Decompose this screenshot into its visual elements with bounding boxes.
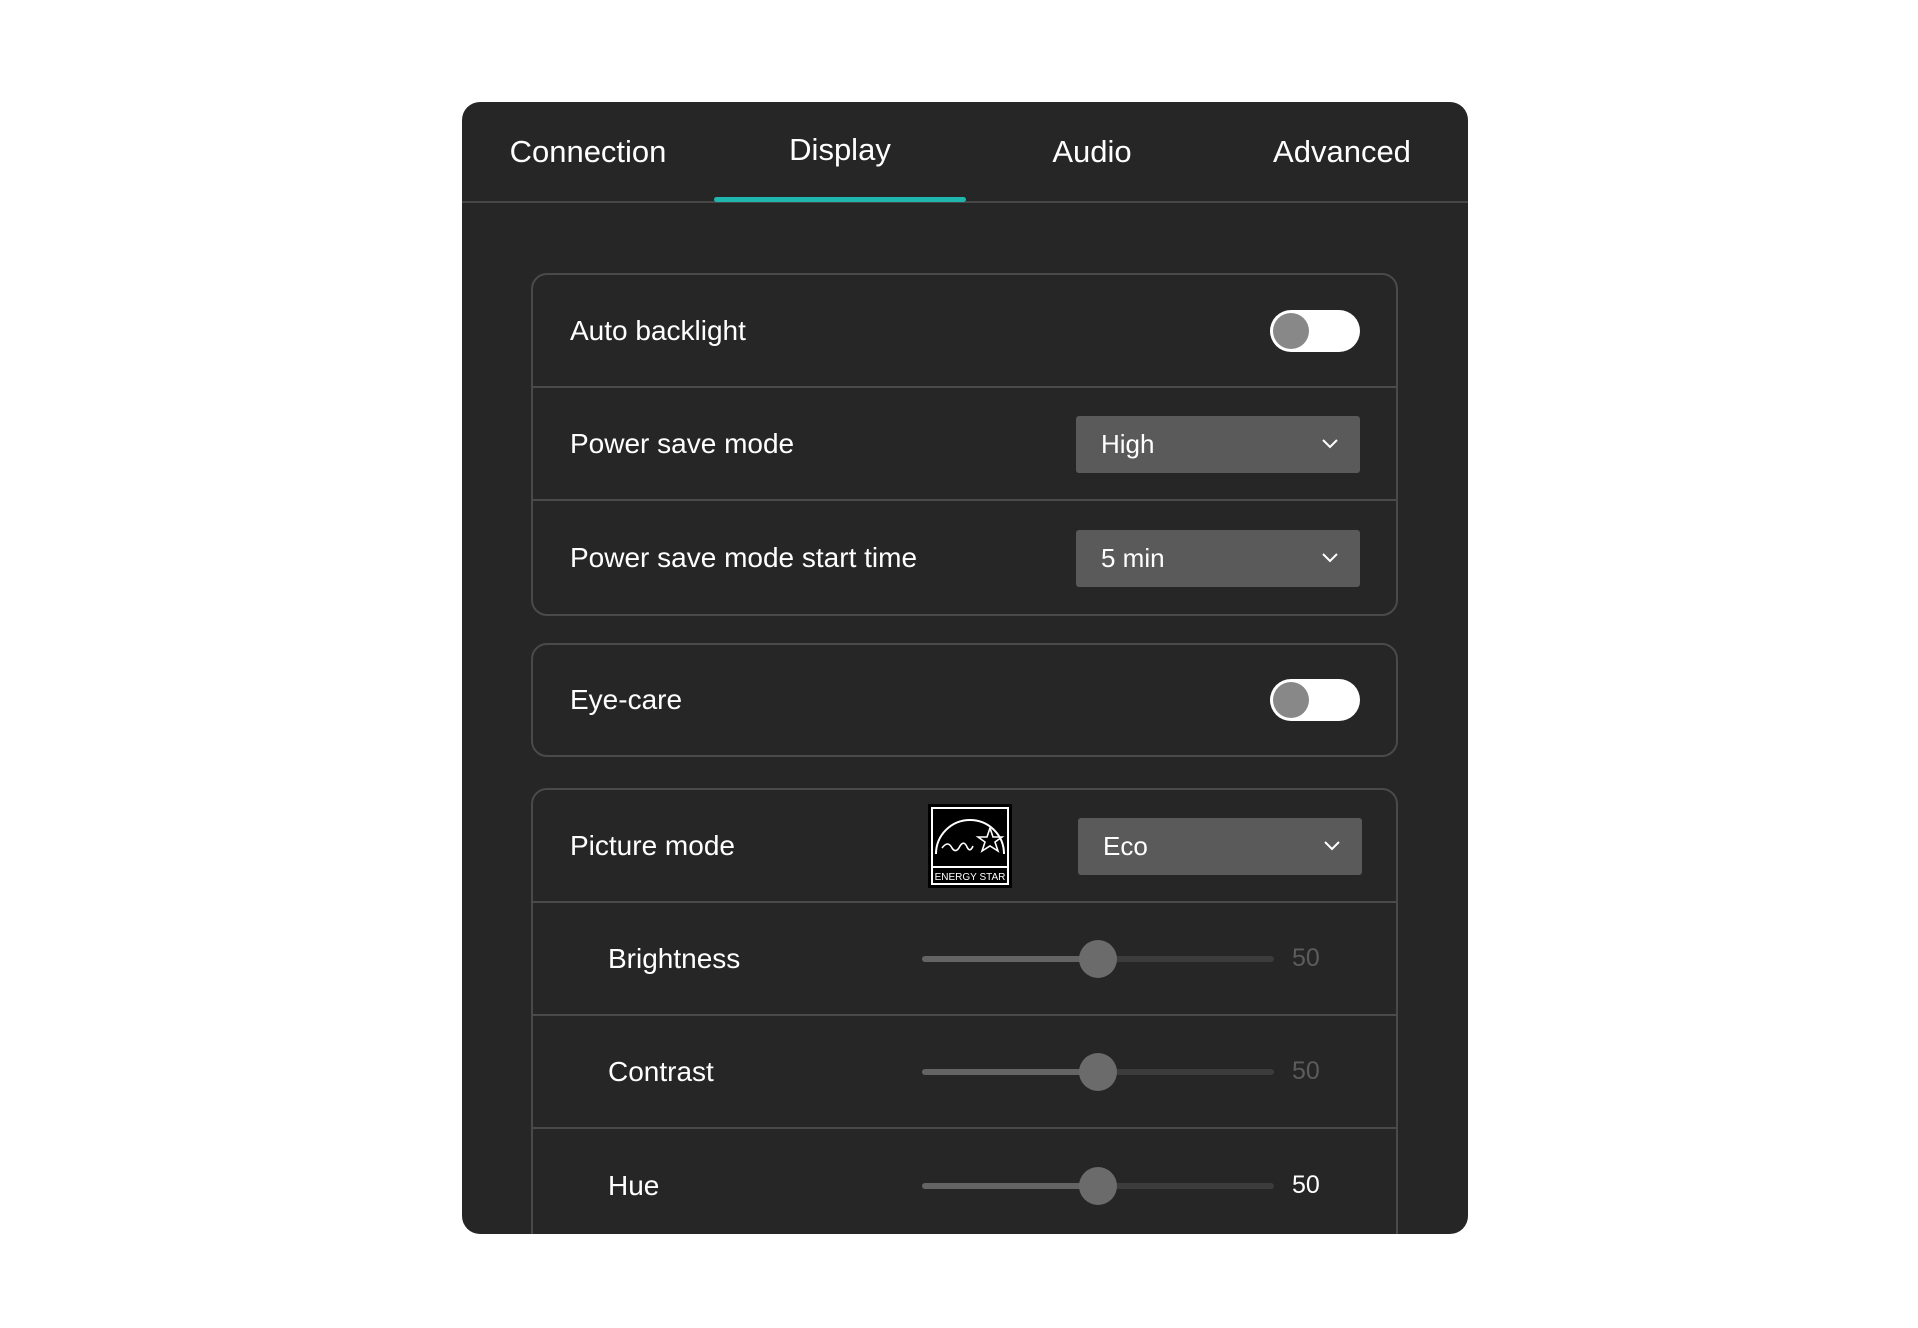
- picture-mode-select[interactable]: Eco: [1078, 817, 1362, 875]
- hue-row: Hue 50: [533, 1129, 1396, 1234]
- slider-thumb[interactable]: [1079, 1166, 1117, 1205]
- power-save-start-value: 5 min: [1101, 542, 1165, 573]
- hue-slider[interactable]: [922, 1166, 1274, 1206]
- slider-fill: [922, 955, 1098, 962]
- power-settings-card: Auto backlight Power save mode High Powe…: [531, 273, 1398, 616]
- tab-display-label: Display: [789, 131, 891, 167]
- toggle-knob: [1273, 682, 1309, 718]
- chevron-down-icon: [1322, 553, 1338, 563]
- power-save-start-label: Power save mode start time: [570, 541, 918, 573]
- tab-display[interactable]: Display: [714, 102, 966, 197]
- auto-backlight-row: Auto backlight: [533, 275, 1396, 388]
- tab-audio-label: Audio: [1052, 133, 1132, 169]
- tab-connection-label: Connection: [509, 133, 667, 169]
- tab-advanced-label: Advanced: [1273, 133, 1411, 169]
- power-save-start-row: Power save mode start time 5 min: [533, 501, 1396, 614]
- slider-thumb[interactable]: [1079, 1052, 1117, 1091]
- auto-backlight-toggle[interactable]: [1270, 309, 1360, 352]
- hue-label: Hue: [608, 1169, 660, 1201]
- energy-star-text: ENERGY STAR: [935, 872, 1006, 883]
- hue-value: 50: [1292, 1171, 1320, 1199]
- power-save-mode-label: Power save mode: [570, 427, 795, 459]
- brightness-label: Brightness: [608, 942, 741, 974]
- power-save-mode-value: High: [1101, 428, 1155, 459]
- display-settings-panel: Connection Display Audio Advanced Auto b…: [462, 102, 1468, 1234]
- brightness-row: Brightness 50: [533, 903, 1396, 1016]
- power-save-mode-select[interactable]: High: [1076, 415, 1360, 473]
- tab-connection[interactable]: Connection: [462, 102, 714, 201]
- tab-advanced[interactable]: Advanced: [1216, 102, 1468, 201]
- power-save-mode-row: Power save mode High: [533, 388, 1396, 501]
- contrast-value: 50: [1292, 1057, 1320, 1085]
- chevron-down-icon: [1322, 439, 1338, 449]
- tab-audio[interactable]: Audio: [966, 102, 1218, 201]
- toggle-knob: [1273, 312, 1309, 349]
- picture-mode-row: Picture mode ENERGY STAR Eco: [533, 790, 1396, 903]
- brightness-slider[interactable]: [922, 939, 1274, 979]
- contrast-label: Contrast: [608, 1055, 714, 1087]
- eye-care-card: Eye-care: [531, 643, 1398, 757]
- slider-thumb[interactable]: [1079, 939, 1117, 978]
- eye-care-toggle[interactable]: [1270, 679, 1360, 721]
- chevron-down-icon: [1324, 841, 1340, 851]
- picture-settings-card: Picture mode ENERGY STAR Eco Brightness: [531, 788, 1398, 1234]
- eye-care-label: Eye-care: [570, 684, 683, 715]
- picture-mode-value: Eco: [1103, 830, 1148, 861]
- tab-bar: Connection Display Audio Advanced: [462, 102, 1468, 203]
- slider-fill: [922, 1182, 1098, 1189]
- power-save-start-select[interactable]: 5 min: [1076, 529, 1360, 587]
- energy-star-icon: ENERGY STAR: [928, 803, 1012, 888]
- contrast-row: Contrast 50: [533, 1016, 1396, 1129]
- contrast-slider[interactable]: [922, 1052, 1274, 1092]
- picture-mode-label: Picture mode: [570, 829, 735, 861]
- brightness-value: 50: [1292, 944, 1320, 972]
- slider-fill: [922, 1068, 1098, 1075]
- active-tab-indicator: [714, 197, 966, 202]
- auto-backlight-label: Auto backlight: [570, 314, 746, 346]
- eye-care-row: Eye-care: [533, 645, 1396, 755]
